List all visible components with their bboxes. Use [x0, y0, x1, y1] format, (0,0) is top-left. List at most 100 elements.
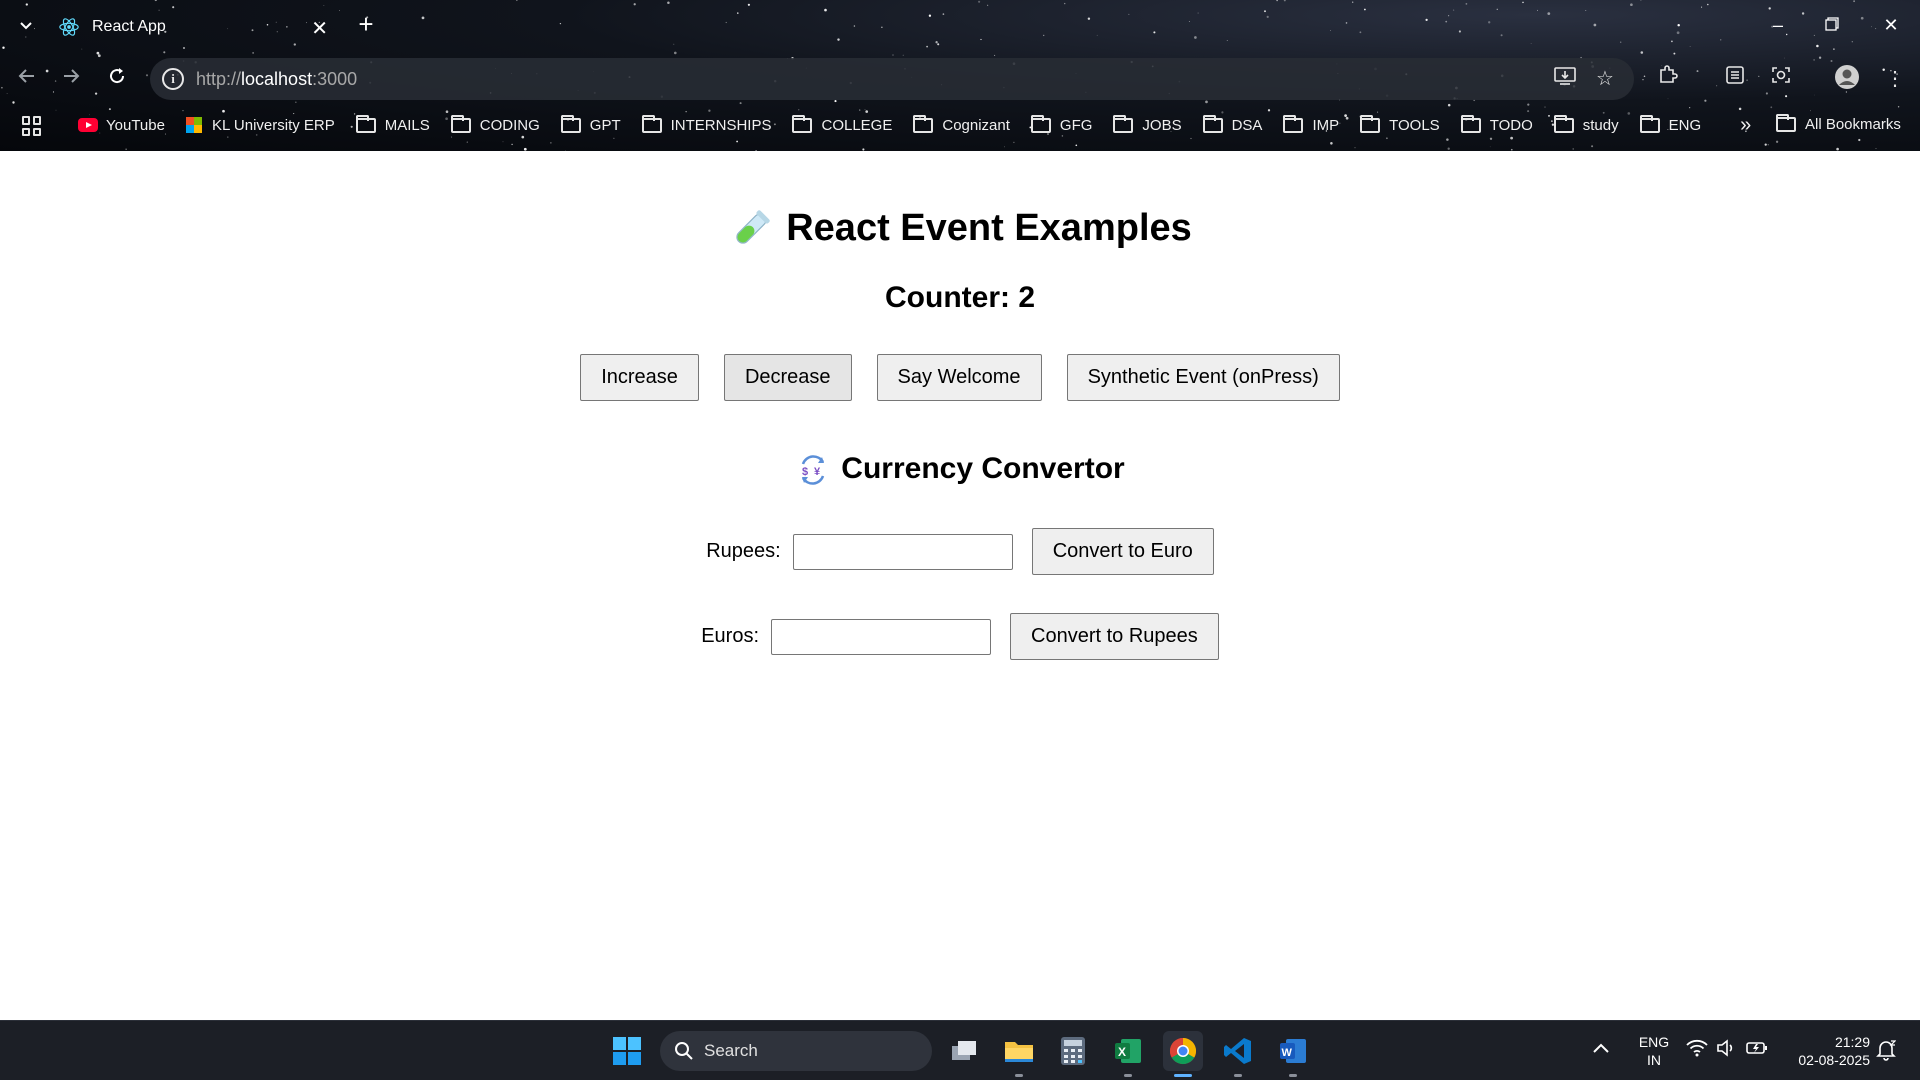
- google-lens-icon[interactable]: [1766, 64, 1796, 94]
- currency-exchange-icon: $ ¥: [802, 455, 825, 485]
- folder-icon: [450, 114, 471, 133]
- currency-section-title: $ ¥ Currency Convertor: [0, 452, 1920, 488]
- restore-icon[interactable]: [1817, 10, 1847, 40]
- bookmark-label: YouTube: [106, 116, 165, 134]
- star: [1767, 144, 1769, 146]
- reading-list-icon[interactable]: [1720, 64, 1750, 94]
- bookmark-folder-internships[interactable]: INTERNSHIPS: [641, 114, 771, 134]
- star: [55, 109, 57, 111]
- volume-icon[interactable]: [1716, 1039, 1736, 1062]
- star: [739, 102, 742, 105]
- browser-chrome: React App ✕ + – ✕ i http://localhost:300…: [0, 0, 1920, 151]
- chrome-icon[interactable]: [1163, 1031, 1203, 1077]
- folder-icon: [1639, 114, 1660, 133]
- star: [1572, 148, 1574, 150]
- star: [1673, 52, 1676, 55]
- battery-icon[interactable]: [1746, 1041, 1768, 1060]
- system-clock[interactable]: 21:29 02-08-2025: [1780, 1033, 1870, 1069]
- say-welcome-button[interactable]: Say Welcome: [876, 354, 1042, 401]
- folder-icon: [1030, 114, 1051, 133]
- extensions-icon[interactable]: [1653, 64, 1683, 94]
- taskbar-search[interactable]: Search: [660, 1031, 932, 1071]
- tab-search-chevron-icon[interactable]: [12, 12, 40, 40]
- bookmark-folder-todo[interactable]: TODO: [1460, 114, 1533, 134]
- bookmark-folder-dsa[interactable]: DSA: [1202, 114, 1263, 134]
- bookmark-star-icon[interactable]: ☆: [1592, 66, 1618, 92]
- file-explorer-icon[interactable]: [999, 1031, 1039, 1077]
- bookmark-folder-jobs[interactable]: JOBS: [1113, 114, 1182, 134]
- install-app-icon[interactable]: [1552, 66, 1578, 92]
- bookmark-label: COLLEGE: [821, 116, 893, 134]
- bookmark-label: JOBS: [1142, 116, 1182, 134]
- bookmark-label: IMP: [1312, 116, 1340, 134]
- tab-close-icon[interactable]: ✕: [311, 16, 328, 41]
- language-indicator[interactable]: ENG IN: [1634, 1033, 1674, 1069]
- vscode-icon[interactable]: [1218, 1031, 1258, 1077]
- page-title: React Event Examples: [0, 207, 1920, 252]
- start-button-windows-icon[interactable]: [607, 1031, 647, 1071]
- rupees-label: Rupees:: [706, 540, 781, 562]
- folder-icon: [1202, 114, 1223, 133]
- forward-icon[interactable]: [56, 64, 86, 94]
- bookmark-folder-eng[interactable]: ENG: [1639, 114, 1702, 134]
- bookmark-label: MAILS: [384, 116, 430, 134]
- new-tab-icon[interactable]: +: [352, 10, 380, 38]
- bookmark-folder-coding[interactable]: CODING: [450, 114, 540, 134]
- minimize-icon[interactable]: –: [1763, 10, 1793, 40]
- show-hidden-icons-chevron-icon[interactable]: [1592, 1041, 1612, 1061]
- bookmarks-overflow-chevron-icon[interactable]: »: [1740, 114, 1751, 137]
- bookmark-label: ENG: [1668, 116, 1702, 134]
- folder-icon: [1283, 114, 1304, 133]
- bookmark-label: KL University ERP: [211, 116, 335, 134]
- language-code: ENG: [1638, 1034, 1670, 1050]
- bookmark-label: GPT: [589, 116, 621, 134]
- bookmark-folder-gpt[interactable]: GPT: [560, 114, 621, 134]
- decrease-button[interactable]: Decrease: [723, 354, 852, 401]
- bookmark-folder-mails[interactable]: MAILS: [355, 114, 430, 134]
- browser-menu-icon[interactable]: ⋮: [1880, 64, 1910, 94]
- svg-text:$: $: [802, 466, 808, 478]
- bookmark-kl-university-erp[interactable]: KL University ERP: [185, 116, 335, 134]
- calculator-icon[interactable]: [1053, 1031, 1093, 1071]
- task-view-icon[interactable]: [945, 1031, 985, 1071]
- bookmark-folder-cognizant[interactable]: Cognizant: [913, 114, 1010, 134]
- excel-icon[interactable]: X: [1108, 1031, 1148, 1077]
- profile-avatar[interactable]: [1832, 64, 1862, 94]
- synthetic-event-button[interactable]: Synthetic Event (onPress): [1066, 354, 1340, 401]
- browser-tab[interactable]: React App ✕: [50, 8, 340, 46]
- running-indicator: [1124, 1074, 1132, 1077]
- bookmark-label: DSA: [1231, 116, 1263, 134]
- increase-button[interactable]: Increase: [580, 354, 699, 401]
- all-bookmarks[interactable]: All Bookmarks: [1776, 114, 1901, 133]
- convert-to-euro-button[interactable]: Convert to Euro: [1031, 528, 1214, 575]
- address-bar[interactable]: i http://localhost:3000 ☆: [150, 58, 1634, 100]
- wifi-icon[interactable]: [1686, 1039, 1708, 1062]
- star: [1447, 103, 1451, 107]
- url-protocol: http://: [196, 68, 242, 89]
- star: [1640, 51, 1644, 54]
- bookmark-folder-study[interactable]: study: [1553, 114, 1619, 134]
- reload-icon[interactable]: [102, 64, 132, 94]
- star: [96, 51, 100, 55]
- folder-icon: [1776, 114, 1796, 132]
- rupees-input[interactable]: [792, 533, 1013, 570]
- convert-to-rupees-button[interactable]: Convert to Rupees: [1010, 613, 1219, 660]
- bookmark-folder-imp[interactable]: IMP: [1283, 114, 1340, 134]
- word-icon[interactable]: W: [1273, 1031, 1313, 1077]
- bookmark-folder-gfg[interactable]: GFG: [1030, 114, 1092, 134]
- star: [1354, 147, 1356, 149]
- folder-icon: [1553, 114, 1574, 133]
- window-close-icon[interactable]: ✕: [1876, 10, 1906, 40]
- apps-grid-icon[interactable]: [22, 116, 42, 136]
- back-icon[interactable]: [12, 64, 42, 94]
- folder-icon: [560, 114, 581, 133]
- bookmark-label: CODING: [479, 116, 540, 134]
- counter-display: Counter: 2: [885, 281, 1035, 314]
- star: [252, 52, 254, 54]
- notifications-bell-icon[interactable]: [1876, 1039, 1897, 1066]
- bookmark-youtube[interactable]: YouTube: [78, 117, 165, 134]
- site-info-icon[interactable]: i: [162, 68, 184, 90]
- bookmark-folder-tools[interactable]: TOOLS: [1360, 114, 1440, 134]
- euros-input[interactable]: [771, 618, 992, 655]
- bookmark-folder-college[interactable]: COLLEGE: [792, 114, 893, 134]
